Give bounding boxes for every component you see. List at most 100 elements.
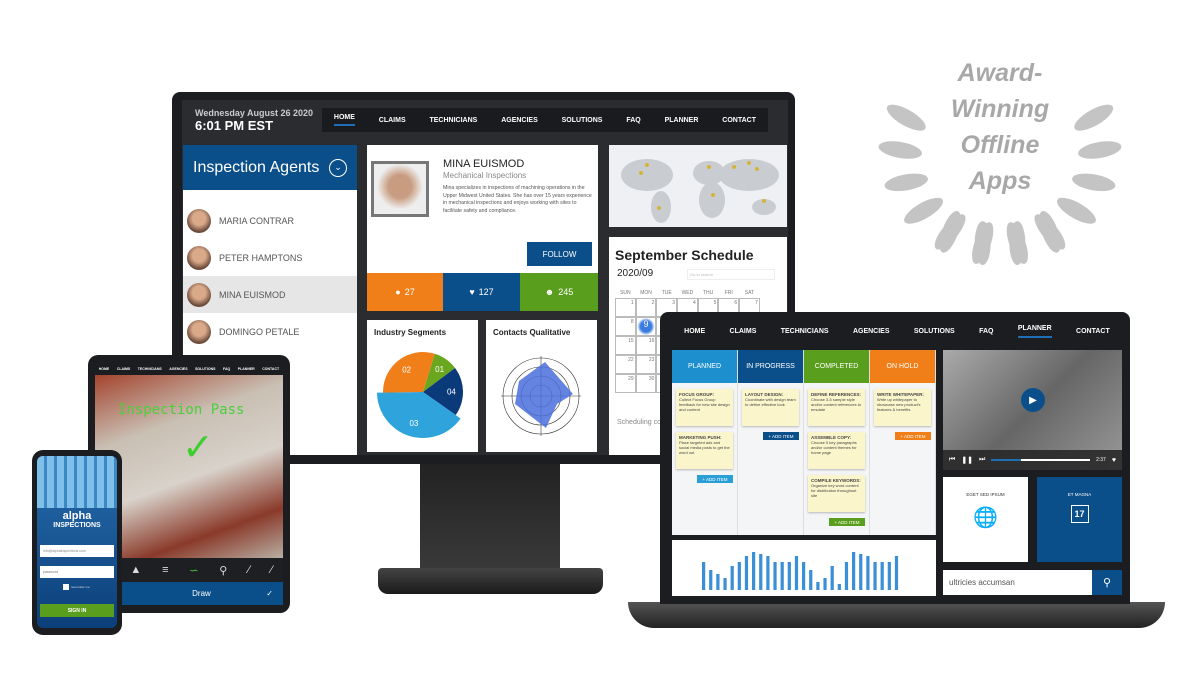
chevron-down-circle-icon[interactable]: ⌄ [329,158,347,177]
column-header[interactable]: IN PROGRESS [738,350,803,383]
bar[interactable] [852,552,856,590]
bar[interactable] [773,562,777,590]
add-item-button[interactable]: + ADD ITEM [895,432,931,440]
bar[interactable] [766,556,770,590]
video-player[interactable]: ▶ ⏮ ❚❚ ⏭ 2:37 ♥ [943,350,1122,470]
world-map[interactable] [609,145,787,227]
bar[interactable] [894,556,899,590]
remember-checkbox[interactable]: remember me [63,584,90,590]
bar[interactable] [802,562,806,590]
add-item-button[interactable]: + ADD ITEM [829,518,865,526]
nav-home[interactable]: HOME [333,114,355,126]
bar[interactable] [880,562,884,590]
nav-technicians[interactable]: TECHNICIANS [138,367,162,371]
nav-technicians[interactable]: TECHNICIANS [781,328,829,335]
bar[interactable] [866,556,870,590]
nav-home[interactable]: HOME [99,367,110,371]
line-icon[interactable]: ∕ [271,564,273,576]
bar[interactable] [744,556,749,590]
bar[interactable] [716,574,720,590]
follow-button[interactable]: FOLLOW [527,242,592,266]
nav-agencies[interactable]: AGENCIES [169,367,187,371]
sign-in-button[interactable]: SIGN IN [40,604,114,617]
nav-faq[interactable]: FAQ [979,328,993,335]
skip-back-icon[interactable]: ⏮ [949,456,955,464]
nav-agencies[interactable]: AGENCIES [853,328,890,335]
calendar-day[interactable]: 2 [635,298,657,317]
agent-list-item[interactable]: PETER HAMPTONS [183,239,357,276]
zoom-icon[interactable]: ⚲ [219,564,227,577]
bar[interactable] [816,582,820,590]
bar[interactable] [780,562,784,590]
agent-list-item[interactable]: MINA EUISMOD [183,276,357,313]
task-note[interactable]: COMPILE KEYWORDS: Organize key word conte… [808,475,865,512]
calendar-day[interactable]: 22 [615,355,636,374]
check-icon[interactable]: ✓ [266,589,273,598]
bar[interactable] [737,562,741,590]
task-note[interactable]: MARKETING PUSH: Place targeted ads and so… [676,432,733,469]
email-field[interactable] [40,545,114,557]
nav-agencies[interactable]: AGENCIES [501,117,538,124]
bar[interactable] [859,554,863,590]
info-card-calendar[interactable]: ET MAGNA 17 [1037,477,1122,562]
column-header[interactable]: ON HOLD [870,350,935,383]
bar[interactable] [844,562,849,590]
info-card-globe[interactable]: EGET SED IPSUM 🌐 [943,477,1028,562]
calendar-day[interactable]: 8 [615,317,636,336]
nav-faq[interactable]: FAQ [626,117,640,124]
add-item-button[interactable]: + ADD ITEM [763,432,799,440]
nav-contact[interactable]: CONTACT [722,117,756,124]
bar[interactable] [887,562,891,590]
nav-solutions[interactable]: SOLUTIONS [195,367,215,371]
calendar-day[interactable]: 9 [635,317,657,336]
nav-claims[interactable]: CLAIMS [730,328,757,335]
draw-bar[interactable]: Draw ✓ [120,582,283,605]
task-note[interactable]: WRITE WHITEPAPER: Write up whitepaper to … [874,389,931,426]
nav-contact[interactable]: CONTACT [1076,328,1110,335]
calendar-day[interactable]: 29 [615,374,636,393]
schedule-search-input[interactable]: Go to search [687,269,775,280]
pause-icon[interactable]: ❚❚ [961,456,973,464]
pen-icon[interactable]: ∽ [189,564,198,577]
nav-contact[interactable]: CONTACT [262,367,279,371]
line-icon[interactable]: ∕ [248,564,250,576]
nav-claims[interactable]: CLAIMS [117,367,130,371]
nav-planner[interactable]: PLANNER [665,117,699,124]
checkbox-icon[interactable] [63,584,69,590]
bar[interactable] [873,562,877,590]
calendar-day[interactable]: 23 [635,355,657,374]
nav-faq[interactable]: FAQ [223,367,230,371]
add-item-button[interactable]: + ADD ITEM [697,475,733,483]
comments-stat[interactable]: ● 27 [367,273,443,311]
bar[interactable] [702,562,706,590]
calendar-day[interactable]: 1 [615,298,636,317]
bar[interactable] [730,566,734,590]
agent-list-item[interactable]: DOMINGO PETALE [183,313,357,350]
nav-claims[interactable]: CLAIMS [379,117,406,124]
task-note[interactable]: DEFINE REFERENCES: Choose 3-5 sample styl… [808,389,865,426]
followers-stat[interactable]: ☻ 245 [520,273,598,311]
nav-planner[interactable]: PLANNER [238,367,255,371]
nav-planner[interactable]: PLANNER [1017,325,1052,338]
agents-header[interactable]: Inspection Agents ⌄ [183,145,357,190]
column-header[interactable]: COMPLETED [804,350,869,383]
nav-technicians[interactable]: TECHNICIANS [429,117,477,124]
bar[interactable] [809,570,813,590]
column-header[interactable]: PLANNED [672,350,737,383]
video-progress-bar[interactable] [991,459,1091,461]
nav-solutions[interactable]: SOLUTIONS [562,117,603,124]
sliders-icon[interactable]: ≡ [162,564,168,576]
likes-stat[interactable]: ♥ 127 [443,273,520,311]
bar[interactable] [759,554,763,590]
agent-list-item[interactable]: MARIA CONTRAR [183,202,357,239]
bar[interactable] [752,552,756,590]
nav-solutions[interactable]: SOLUTIONS [914,328,955,335]
bar[interactable] [794,556,799,590]
bar[interactable] [823,578,827,590]
eraser-icon[interactable]: ▲ [130,564,141,576]
play-icon[interactable]: ▶ [1021,388,1045,412]
search-icon[interactable]: ⚲ [1092,570,1122,595]
bar[interactable] [723,578,727,590]
calendar-day[interactable]: 16 [635,336,657,355]
task-note[interactable]: FOCUS GROUP: Collect Focus Group feedback… [676,389,733,426]
